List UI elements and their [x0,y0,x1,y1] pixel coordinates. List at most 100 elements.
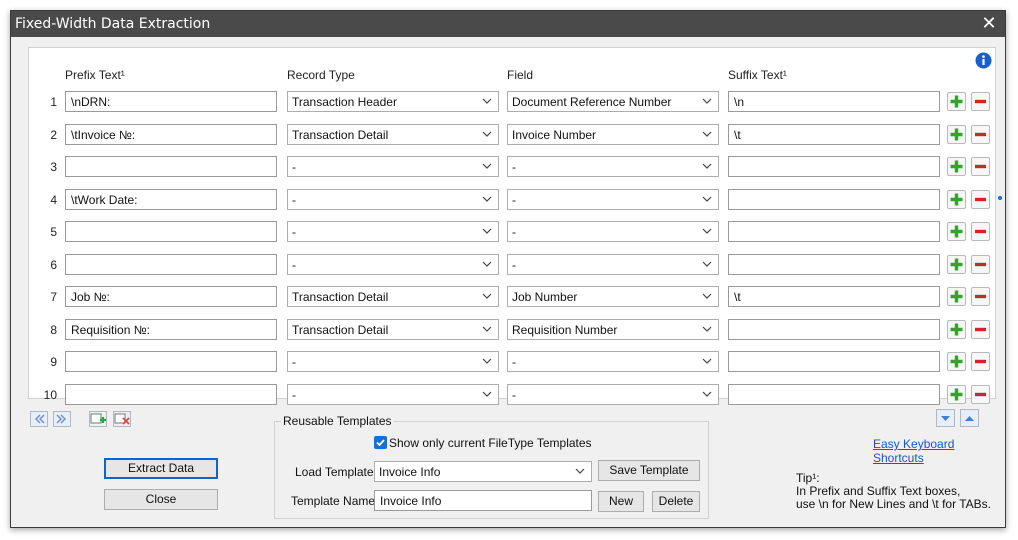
save-template-button[interactable]: Save Template [598,460,700,481]
plus-icon [950,323,963,336]
suffix-text-input[interactable] [728,189,940,210]
record-type-dropdown[interactable]: - [287,156,499,177]
row-number: 2 [50,128,57,142]
remove-row-button[interactable] [971,157,990,176]
record-type-dropdown[interactable]: Transaction Header [287,91,499,112]
field-dropdown[interactable]: Invoice Number [507,124,719,145]
remove-row-button[interactable] [971,385,990,404]
remove-row-button[interactable] [971,190,990,209]
plus-icon [950,388,963,401]
add-row-button[interactable] [947,320,966,339]
remove-row-button[interactable] [971,320,990,339]
chevron-down-icon [702,163,712,169]
field-dropdown[interactable]: - [507,221,719,242]
suffix-text-input[interactable] [728,351,940,372]
remove-row-button[interactable] [971,255,990,274]
suffix-text-input[interactable] [728,221,940,242]
prefix-text-input[interactable]: \tWork Date: [65,189,277,210]
show-only-checkbox[interactable] [374,436,387,449]
keyboard-shortcuts-link[interactable]: Easy Keyboard Shortcuts [873,437,1005,465]
suffix-text-input[interactable] [728,254,940,275]
field-value: Invoice Number [512,128,597,142]
chevron-down-icon [702,358,712,364]
close-button[interactable]: Close [104,489,218,510]
new-template-button[interactable]: New [598,491,644,512]
suffix-text-input[interactable] [728,156,940,177]
prefix-text-input[interactable] [65,156,277,177]
record-type-value: Transaction Header [292,95,397,109]
prefix-text-input[interactable] [65,221,277,242]
record-type-dropdown[interactable]: - [287,221,499,242]
record-type-value: - [292,193,296,207]
field-dropdown[interactable]: Document Reference Number [507,91,719,112]
load-template-label: Load Template: [295,465,377,479]
minus-icon [975,392,986,397]
info-icon[interactable] [975,52,992,69]
field-dropdown[interactable]: Job Number [507,286,719,307]
record-type-dropdown[interactable]: - [287,189,499,210]
remove-row-button[interactable] [971,352,990,371]
delete-template-button[interactable]: Delete [652,491,700,512]
record-type-value: Transaction Detail [292,290,389,304]
suffix-text-input[interactable] [728,384,940,405]
add-row-button[interactable] [947,385,966,404]
field-dropdown[interactable]: - [507,384,719,405]
close-icon[interactable]: ✕ [979,14,999,34]
field-dropdown[interactable]: - [507,351,719,372]
row-number: 7 [50,290,57,304]
add-row-button[interactable] [947,352,966,371]
prefix-text-input[interactable]: Requisition №: [65,319,277,340]
field-value: - [512,160,516,174]
remove-row-button[interactable] [971,287,990,306]
add-row-button[interactable] [947,157,966,176]
template-name-input[interactable]: Invoice Info [374,490,592,511]
add-row-button[interactable] [947,92,966,111]
extract-data-button[interactable]: Extract Data [104,458,218,479]
add-row-button[interactable] [947,255,966,274]
field-dropdown[interactable]: Requisition Number [507,319,719,340]
add-row-button[interactable] [947,222,966,241]
last-page-icon[interactable] [53,411,71,427]
field-value: - [512,388,516,402]
field-dropdown[interactable]: - [507,254,719,275]
add-row-button[interactable] [947,190,966,209]
prefix-text-input[interactable] [65,254,277,275]
add-rows-icon[interactable] [89,411,107,427]
record-type-value: - [292,388,296,402]
suffix-text-input[interactable] [728,319,940,340]
record-type-dropdown[interactable]: - [287,254,499,275]
add-row-button[interactable] [947,125,966,144]
chevron-down-icon [702,131,712,137]
remove-row-button[interactable] [971,92,990,111]
suffix-text-input[interactable]: \n [728,91,940,112]
field-dropdown[interactable]: - [507,156,719,177]
scroll-up-icon[interactable] [960,409,979,427]
add-row-button[interactable] [947,287,966,306]
prefix-text-input[interactable]: \tInvoice №: [65,124,277,145]
field-value: Requisition Number [512,323,618,337]
templates-legend: Reusable Templates [281,414,394,428]
record-type-dropdown[interactable]: Transaction Detail [287,286,499,307]
prefix-text-input[interactable] [65,351,277,372]
prefix-text-input[interactable]: Job №: [65,286,277,307]
remove-row-button[interactable] [971,125,990,144]
plus-icon [950,128,963,141]
record-type-dropdown[interactable]: Transaction Detail [287,124,499,145]
record-type-dropdown[interactable]: - [287,384,499,405]
suffix-text-input[interactable]: \t [728,286,940,307]
load-template-dropdown[interactable]: Invoice Info [374,461,592,482]
field-value: - [512,355,516,369]
delete-rows-icon[interactable] [113,411,131,427]
first-page-icon[interactable] [30,411,48,427]
row-number: 10 [43,388,57,402]
prefix-text-input[interactable]: \nDRN: [65,91,277,112]
remove-row-button[interactable] [971,222,990,241]
field-dropdown[interactable]: - [507,189,719,210]
record-type-dropdown[interactable]: Transaction Detail [287,319,499,340]
plus-icon [950,225,963,238]
scroll-down-icon[interactable] [936,409,955,427]
record-type-dropdown[interactable]: - [287,351,499,372]
suffix-text-input[interactable]: \t [728,124,940,145]
header-prefix-text: Prefix Text¹ [65,68,125,82]
prefix-text-input[interactable] [65,384,277,405]
